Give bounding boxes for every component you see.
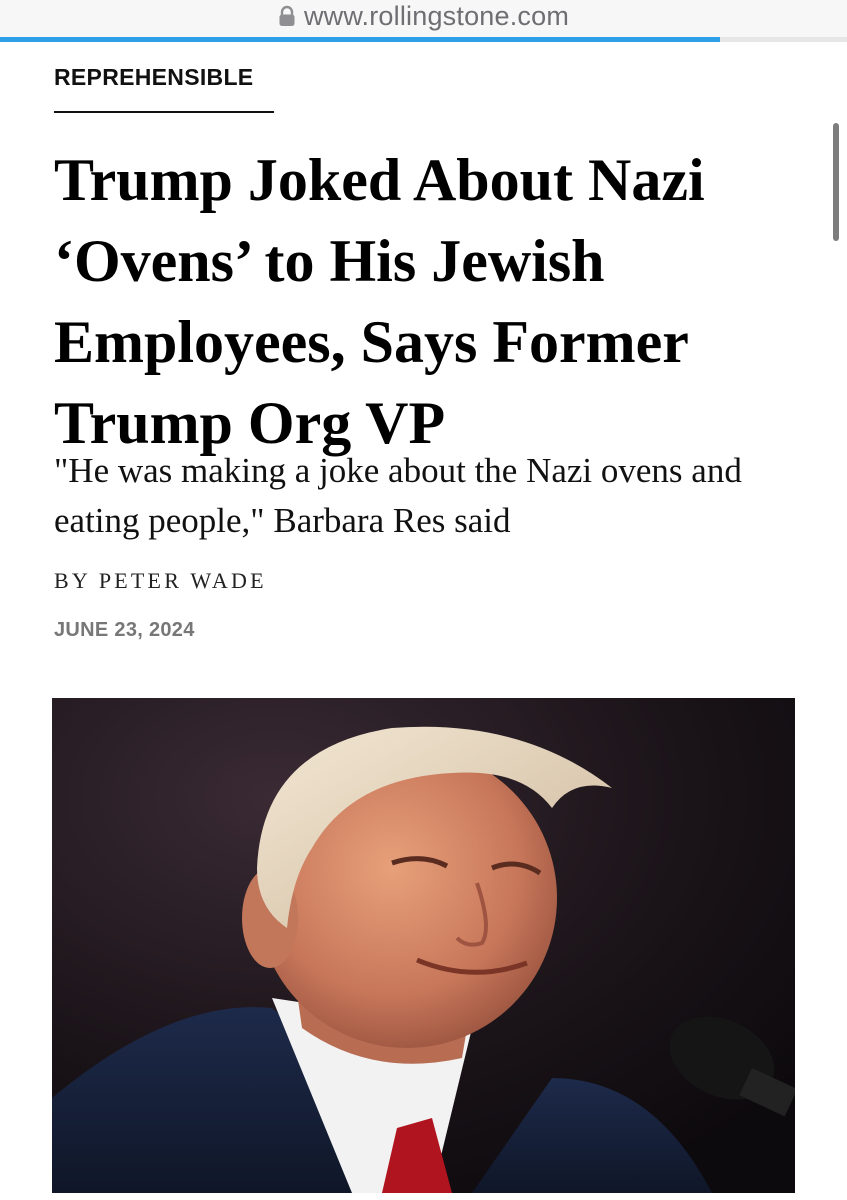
page-load-progress-fill xyxy=(0,37,720,42)
article-dek: "He was making a joke about the Nazi ove… xyxy=(54,451,742,540)
lock-icon xyxy=(278,5,296,27)
browser-url-bar[interactable]: www.rollingstone.com xyxy=(0,0,847,42)
url-text: www.rollingstone.com xyxy=(303,0,570,31)
article-headline: Trump Joked About Nazi ‘Ovens’ to His Je… xyxy=(54,147,705,456)
hero-image xyxy=(52,698,795,1193)
scrollbar-thumb[interactable] xyxy=(833,123,839,241)
page-load-progress xyxy=(0,37,847,42)
category-underline xyxy=(54,111,274,113)
article-byline[interactable]: BY PETER WADE xyxy=(54,568,267,594)
article-date: JUNE 23, 2024 xyxy=(54,619,195,641)
category-label[interactable]: REPREHENSIBLE xyxy=(54,64,253,91)
address-field[interactable]: www.rollingstone.com xyxy=(0,0,847,32)
